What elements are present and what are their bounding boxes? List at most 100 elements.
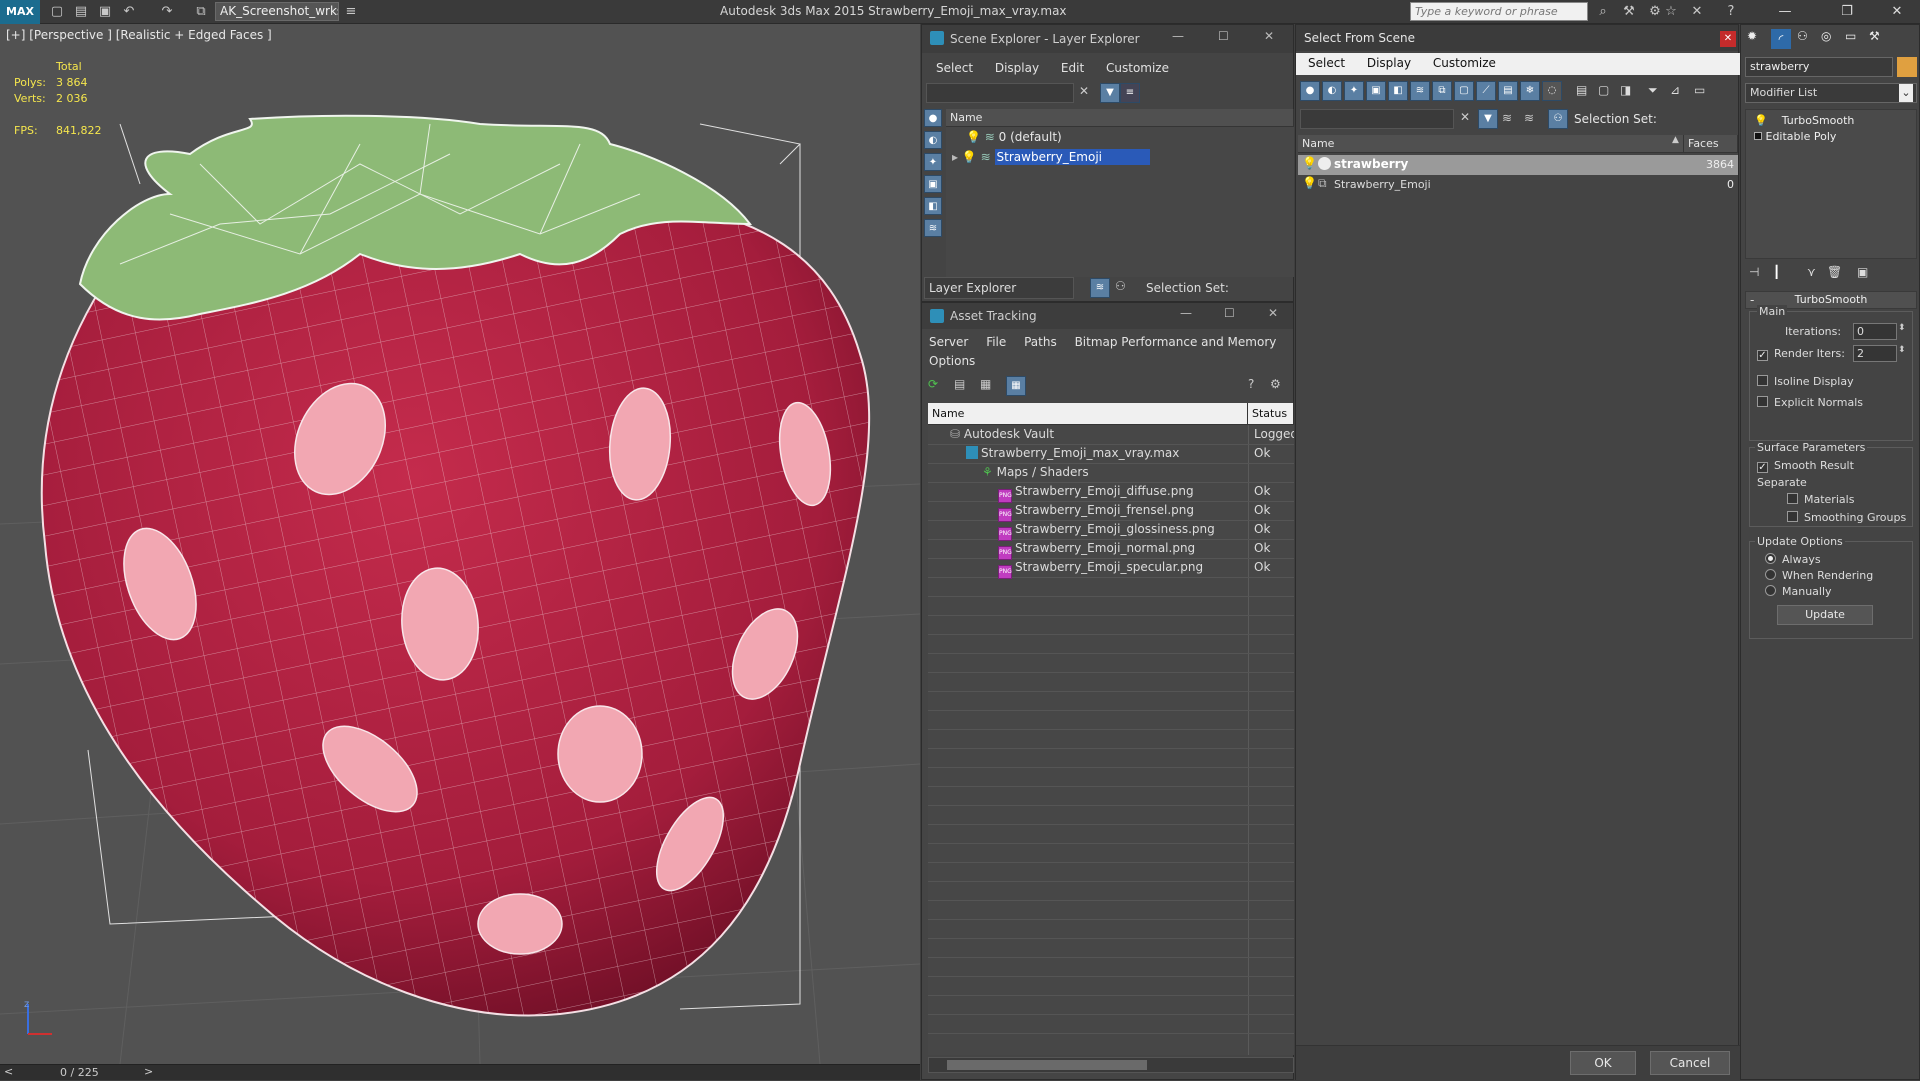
modify-tab-icon[interactable]: ◜ <box>1771 29 1791 49</box>
hierarchy-icon[interactable]: ⚇ <box>1115 279 1126 293</box>
menu-select[interactable]: Select <box>936 61 973 75</box>
binoculars-icon[interactable]: ⌕ <box>1594 3 1612 20</box>
menu-server[interactable]: Server <box>929 335 968 349</box>
hierarchy-tab-icon[interactable]: ⚇ <box>1797 29 1808 43</box>
modifier-list-dropdown[interactable]: Modifier List ⌄ <box>1745 83 1917 103</box>
clear-search-icon[interactable]: ✕ <box>1079 84 1089 98</box>
time-slider[interactable]: < 0 / 225 > <box>0 1064 920 1080</box>
select-all-icon[interactable]: ▤ <box>1576 83 1587 97</box>
menu-options[interactable]: Options <box>929 354 975 368</box>
iterations-spinner[interactable]: 0 <box>1853 323 1897 340</box>
minimize-window-button[interactable]: — <box>1770 2 1800 22</box>
display-containers-icon[interactable]: ▤ <box>1498 81 1518 101</box>
menu-file[interactable]: File <box>986 335 1006 349</box>
communication-icon[interactable]: ✕ <box>1688 3 1706 20</box>
smooth-result-row[interactable]: ✓ Smooth Result <box>1757 459 1854 473</box>
scrollbar-thumb[interactable] <box>947 1060 1147 1070</box>
light-bulb-icon[interactable]: 💡 <box>966 130 981 144</box>
sort-ascending-icon[interactable]: ▲ <box>1672 135 1679 145</box>
expand-arrow-icon[interactable]: ▸ <box>952 150 958 164</box>
select-none-icon[interactable]: ▢ <box>1598 83 1609 97</box>
when-rendering-row[interactable]: When Rendering <box>1765 569 1873 582</box>
manually-radio[interactable] <box>1765 585 1776 596</box>
asset-name-header[interactable]: Name <box>928 403 1248 425</box>
explicit-normals-row[interactable]: Explicit Normals <box>1757 396 1863 409</box>
layer-explorer-icon[interactable]: ≋ <box>1090 278 1110 298</box>
display-bones-icon[interactable]: ⟋ <box>1476 81 1496 101</box>
asset-row-diffuse[interactable]: PNG Strawberry_Emoji_diffuse.png <box>998 482 1194 503</box>
collapse-icon[interactable]: ▭ <box>1694 83 1705 97</box>
explicit-normals-checkbox[interactable] <box>1757 396 1768 407</box>
object-name-field[interactable]: strawberry <box>1745 57 1893 77</box>
select-name-header[interactable]: Name <box>1298 135 1684 153</box>
project-folder-icon[interactable]: ⧉ <box>192 3 210 20</box>
menu-paths[interactable]: Paths <box>1024 335 1057 349</box>
render-iters-row[interactable]: ✓ Render Iters: <box>1757 347 1845 361</box>
app-logo[interactable]: MAX <box>0 0 40 24</box>
filter-icon[interactable]: ⏷ <box>1648 83 1658 98</box>
asset-help-icon[interactable]: ? <box>1248 377 1254 391</box>
scene-explorer-search-input[interactable] <box>926 83 1074 103</box>
open-folder-icon[interactable]: ▤ <box>72 3 90 20</box>
layer-row-default[interactable]: 💡 ≋ 0 (default) <box>966 128 1292 147</box>
display-helpers-icon[interactable]: ◧ <box>924 197 942 215</box>
create-tab-icon[interactable]: ✹ <box>1747 29 1757 43</box>
asset-tracking-minimize-icon[interactable]: — <box>1180 306 1192 320</box>
materials-checkbox[interactable] <box>1787 493 1798 504</box>
render-iters-checkbox[interactable]: ✓ <box>1757 350 1768 361</box>
display-geometry-icon[interactable]: ● <box>1300 81 1320 101</box>
always-row[interactable]: Always <box>1765 553 1821 566</box>
display-geometry-icon[interactable]: ● <box>924 109 942 127</box>
help-icon[interactable]: ? <box>1722 3 1740 20</box>
render-iters-spinner[interactable]: 2 <box>1853 345 1897 362</box>
always-radio[interactable] <box>1765 553 1776 564</box>
light-bulb-icon[interactable]: 💡 <box>1302 156 1317 170</box>
light-bulb-icon[interactable]: 💡 <box>1302 176 1317 190</box>
asset-row-vault[interactable]: ⛁ Autodesk Vault <box>950 425 1054 444</box>
display-xrefs-icon[interactable]: ▢ <box>1454 81 1474 101</box>
display-helpers-icon[interactable]: ◧ <box>1388 81 1408 101</box>
display-frozen-icon[interactable]: ❄ <box>1520 81 1540 101</box>
scene-explorer-minimize-icon[interactable]: — <box>1172 29 1184 43</box>
isoline-display-row[interactable]: Isoline Display <box>1757 375 1854 388</box>
asset-horizontal-scrollbar[interactable] <box>928 1057 1294 1073</box>
ok-button[interactable]: OK <box>1570 1051 1636 1075</box>
spinner-arrows-icon[interactable]: ⬍ <box>1898 345 1906 355</box>
stack-item-turbosmooth[interactable]: 💡 TurboSmooth <box>1754 114 1854 127</box>
object-row-layer[interactable]: 💡 ⧉ Strawberry_Emoji 0 <box>1298 175 1738 195</box>
time-prev-icon[interactable]: < <box>4 1065 13 1078</box>
restore-window-button[interactable]: ❐ <box>1832 2 1862 22</box>
layer-toggle-icon[interactable]: ≋ <box>1502 111 1512 125</box>
keyword-search-input[interactable]: Type a keyword or phrase <box>1410 2 1588 21</box>
asset-row-specular[interactable]: PNG Strawberry_Emoji_specular.png <box>998 558 1203 579</box>
object-row-strawberry[interactable]: 💡 strawberry 3864 <box>1298 155 1738 175</box>
undo-icon[interactable]: ↶ <box>120 3 138 20</box>
menu-edit[interactable]: Edit <box>1061 61 1084 75</box>
layer-options-icon[interactable]: ≡ <box>1120 83 1140 103</box>
menu-display[interactable]: Display <box>1367 56 1411 70</box>
chevron-down-icon[interactable]: ⌄ <box>1899 84 1913 102</box>
filter-icon[interactable]: ▼ <box>1100 83 1120 103</box>
select-invert-icon[interactable]: ◨ <box>1620 83 1631 97</box>
list-view-icon[interactable]: ▤ <box>954 377 965 391</box>
utilities-tab-icon[interactable]: ⚒ <box>1869 29 1880 43</box>
tools-icon[interactable]: ⚒ <box>1620 3 1638 20</box>
asset-row-frensel[interactable]: PNG Strawberry_Emoji_frensel.png <box>998 501 1194 522</box>
asset-status-header[interactable]: Status <box>1248 403 1294 425</box>
refresh-icon[interactable]: ⟳ <box>928 377 938 391</box>
display-tab-icon[interactable]: ▭ <box>1845 29 1856 43</box>
select-search-input[interactable] <box>1300 109 1454 129</box>
close-window-button[interactable]: ✕ <box>1882 2 1912 22</box>
perspective-viewport[interactable]: [+] [Perspective ] [Realistic + Edged Fa… <box>0 24 920 1064</box>
smooth-result-checkbox[interactable]: ✓ <box>1757 462 1768 473</box>
cancel-button[interactable]: Cancel <box>1650 1051 1730 1075</box>
configure-sets-icon[interactable]: ▣ <box>1857 265 1868 279</box>
light-bulb-icon[interactable]: 💡 <box>1754 114 1768 127</box>
redo-icon[interactable]: ↷ <box>158 3 176 20</box>
asset-tracking-maximize-icon[interactable]: ☐ <box>1224 306 1235 320</box>
materials-row[interactable]: Materials <box>1787 493 1854 506</box>
select-faces-header[interactable]: Faces <box>1684 135 1738 153</box>
time-next-icon[interactable]: > <box>144 1065 153 1078</box>
workspace-dropdown[interactable]: AK_Screenshot_wrksp <box>215 2 339 21</box>
clear-search-icon[interactable]: ✕ <box>1460 110 1470 124</box>
